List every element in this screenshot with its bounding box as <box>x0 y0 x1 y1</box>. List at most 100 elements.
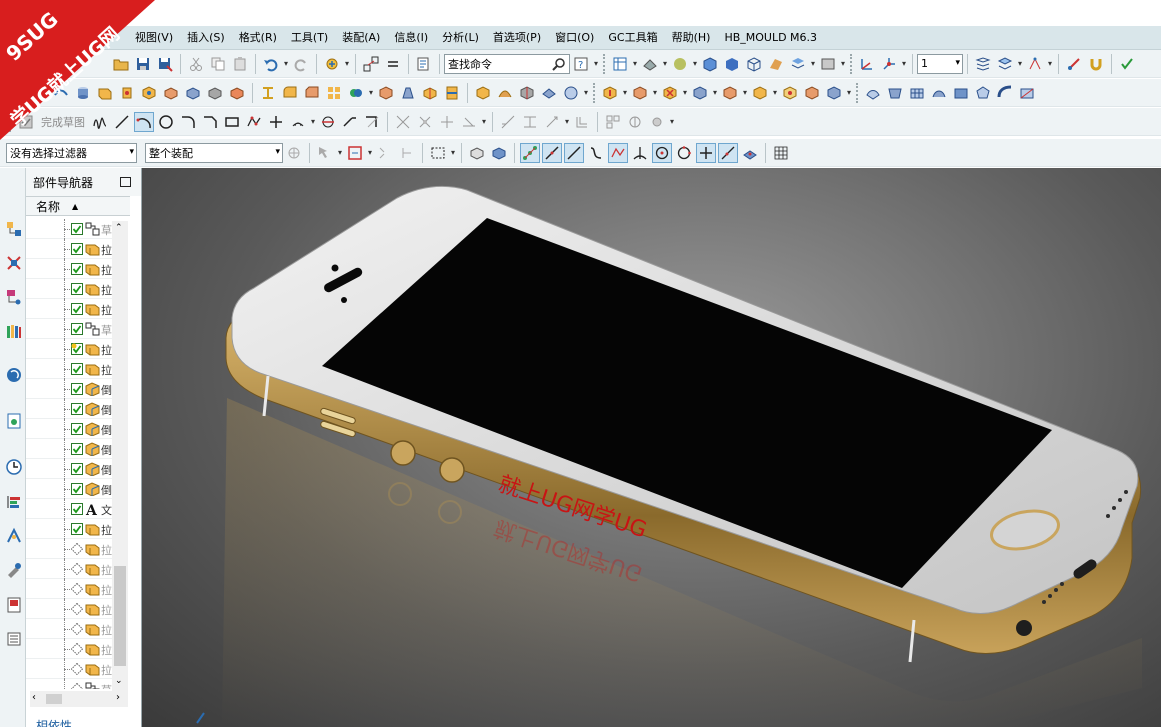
snap-line-icon[interactable] <box>564 142 584 163</box>
snap-control-point-icon[interactable] <box>608 142 628 163</box>
select-feature-icon[interactable] <box>315 143 335 163</box>
rectangle-icon[interactable] <box>222 112 242 132</box>
background-color-icon[interactable] <box>818 54 838 74</box>
cube-blue-icon[interactable] <box>700 54 720 74</box>
section-icon[interactable] <box>766 54 786 74</box>
chamfer-icon[interactable] <box>302 83 322 103</box>
sphere-icon[interactable] <box>670 54 690 74</box>
equals-icon[interactable] <box>383 54 403 74</box>
offset-region-icon[interactable] <box>720 83 740 103</box>
suppressed-checkbox-icon[interactable] <box>70 622 84 636</box>
cylinder-icon[interactable] <box>73 83 93 103</box>
render-style-icon[interactable] <box>640 54 660 74</box>
redo-icon[interactable] <box>291 54 311 74</box>
sketch-grid-icon[interactable] <box>603 112 623 132</box>
process-studio-icon[interactable] <box>5 527 23 545</box>
finish-sketch-label[interactable]: 完成草图 <box>41 114 85 130</box>
block-icon[interactable] <box>473 83 493 103</box>
visibility-checkbox-icon[interactable] <box>71 503 83 515</box>
infer-settings-icon[interactable] <box>542 112 562 132</box>
delete-face-icon[interactable] <box>660 83 680 103</box>
cube-wire-icon[interactable] <box>744 54 764 74</box>
move-face-icon[interactable] <box>600 83 620 103</box>
draft-icon[interactable] <box>398 83 418 103</box>
repeat-command-icon[interactable] <box>322 54 342 74</box>
trimmed-sheet-icon[interactable] <box>1017 83 1037 103</box>
sketch-settings-icon[interactable] <box>647 112 667 132</box>
visibility-checkbox-icon[interactable] <box>71 243 83 255</box>
point-constructor-icon[interactable] <box>1025 54 1045 74</box>
scroll-thumb[interactable] <box>114 566 126 666</box>
make-corner-icon[interactable] <box>362 112 382 132</box>
menu-view[interactable]: 视图(V) <box>128 26 180 50</box>
suppressed-checkbox-icon[interactable] <box>70 602 84 616</box>
menu-format[interactable]: 格式(R) <box>232 26 284 50</box>
quick-extend-icon[interactable] <box>340 112 360 132</box>
unite-icon[interactable] <box>346 83 366 103</box>
work-layer-select[interactable]: 1 ▾ <box>917 53 963 74</box>
offset-curve-icon[interactable] <box>288 112 308 132</box>
pattern-icon[interactable] <box>324 83 344 103</box>
sphere-feature-icon[interactable] <box>561 83 581 103</box>
sort-ascending-icon[interactable]: ▲ <box>72 202 78 211</box>
open-folder-icon[interactable] <box>111 54 131 74</box>
select-body-icon[interactable] <box>467 143 487 163</box>
relations-icon[interactable] <box>459 112 479 132</box>
system-materials-icon[interactable] <box>5 493 23 511</box>
hd3d-tools-icon[interactable] <box>5 366 23 384</box>
snap-point-on-face-icon[interactable] <box>740 143 760 163</box>
suppressed-checkbox-icon[interactable] <box>70 562 84 576</box>
visibility-checkbox-icon[interactable] <box>71 363 83 375</box>
slot-icon[interactable] <box>205 83 225 103</box>
warning-checkbox-icon[interactable] <box>71 343 83 355</box>
manufacturing-wizard-icon[interactable] <box>5 561 23 579</box>
save-as-icon[interactable] <box>155 54 175 74</box>
visibility-checkbox-icon[interactable] <box>71 463 83 475</box>
point-icon[interactable] <box>266 112 286 132</box>
save-icon[interactable] <box>133 54 153 74</box>
scroll-up-icon[interactable]: ⌃ <box>115 223 123 233</box>
resize-blend-icon[interactable] <box>750 83 770 103</box>
undo-icon[interactable] <box>261 54 281 74</box>
alt-solution-icon[interactable] <box>498 112 518 132</box>
visibility-checkbox-icon[interactable] <box>71 263 83 275</box>
column-header-name[interactable]: 名称 ▲ <box>26 196 130 216</box>
suppressed-checkbox-icon[interactable] <box>70 682 84 689</box>
trim-body-icon[interactable] <box>442 83 462 103</box>
edge-blend-icon[interactable] <box>280 83 300 103</box>
search-icon[interactable] <box>552 57 566 74</box>
snap-endpoint-icon[interactable] <box>520 142 540 163</box>
restore-window-icon[interactable] <box>120 177 131 187</box>
hole-icon[interactable] <box>139 83 159 103</box>
move-object-icon[interactable] <box>361 54 381 74</box>
fillet-icon[interactable] <box>178 112 198 132</box>
history-icon[interactable] <box>5 458 23 476</box>
line-icon[interactable] <box>112 112 132 132</box>
cube-shaded-icon[interactable] <box>722 54 742 74</box>
suppressed-checkbox-icon[interactable] <box>70 582 84 596</box>
sew-icon[interactable] <box>495 83 515 103</box>
menu-gc-toolbox[interactable]: GC工具箱 <box>601 26 664 50</box>
wcs-icon[interactable] <box>857 54 877 74</box>
text-tool-icon[interactable]: A <box>29 83 49 103</box>
offset-face-icon[interactable] <box>420 83 440 103</box>
menu-hb-mould[interactable]: HB_MOULD M6.3 <box>717 26 824 50</box>
selection-filter-select[interactable]: 没有选择过滤器 ▾ <box>6 142 137 163</box>
snap-point-on-curve-icon[interactable] <box>718 142 738 163</box>
profile-icon[interactable] <box>90 112 110 132</box>
dimension-icon[interactable] <box>7 83 27 103</box>
visibility-checkbox-icon[interactable] <box>71 223 83 235</box>
snap-curve-icon[interactable] <box>586 143 606 163</box>
menu-insert[interactable]: 插入(S) <box>180 26 232 50</box>
mirror-face-icon[interactable] <box>802 83 822 103</box>
snap-icon[interactable] <box>1064 54 1084 74</box>
snap-grid-icon[interactable] <box>771 143 791 163</box>
menu-window[interactable]: 窗口(O) <box>548 26 601 50</box>
menu-preferences[interactable]: 首选项(P) <box>486 26 548 50</box>
dependencies-panel-label[interactable]: 相依性 <box>36 717 72 727</box>
snap-midpoint-icon[interactable] <box>542 142 562 163</box>
menu-analysis[interactable]: 分析(L) <box>435 26 486 50</box>
filter-settings-icon[interactable] <box>284 143 304 163</box>
auto-constrain-icon[interactable] <box>437 112 457 132</box>
snap-intersection-icon[interactable] <box>630 143 650 163</box>
